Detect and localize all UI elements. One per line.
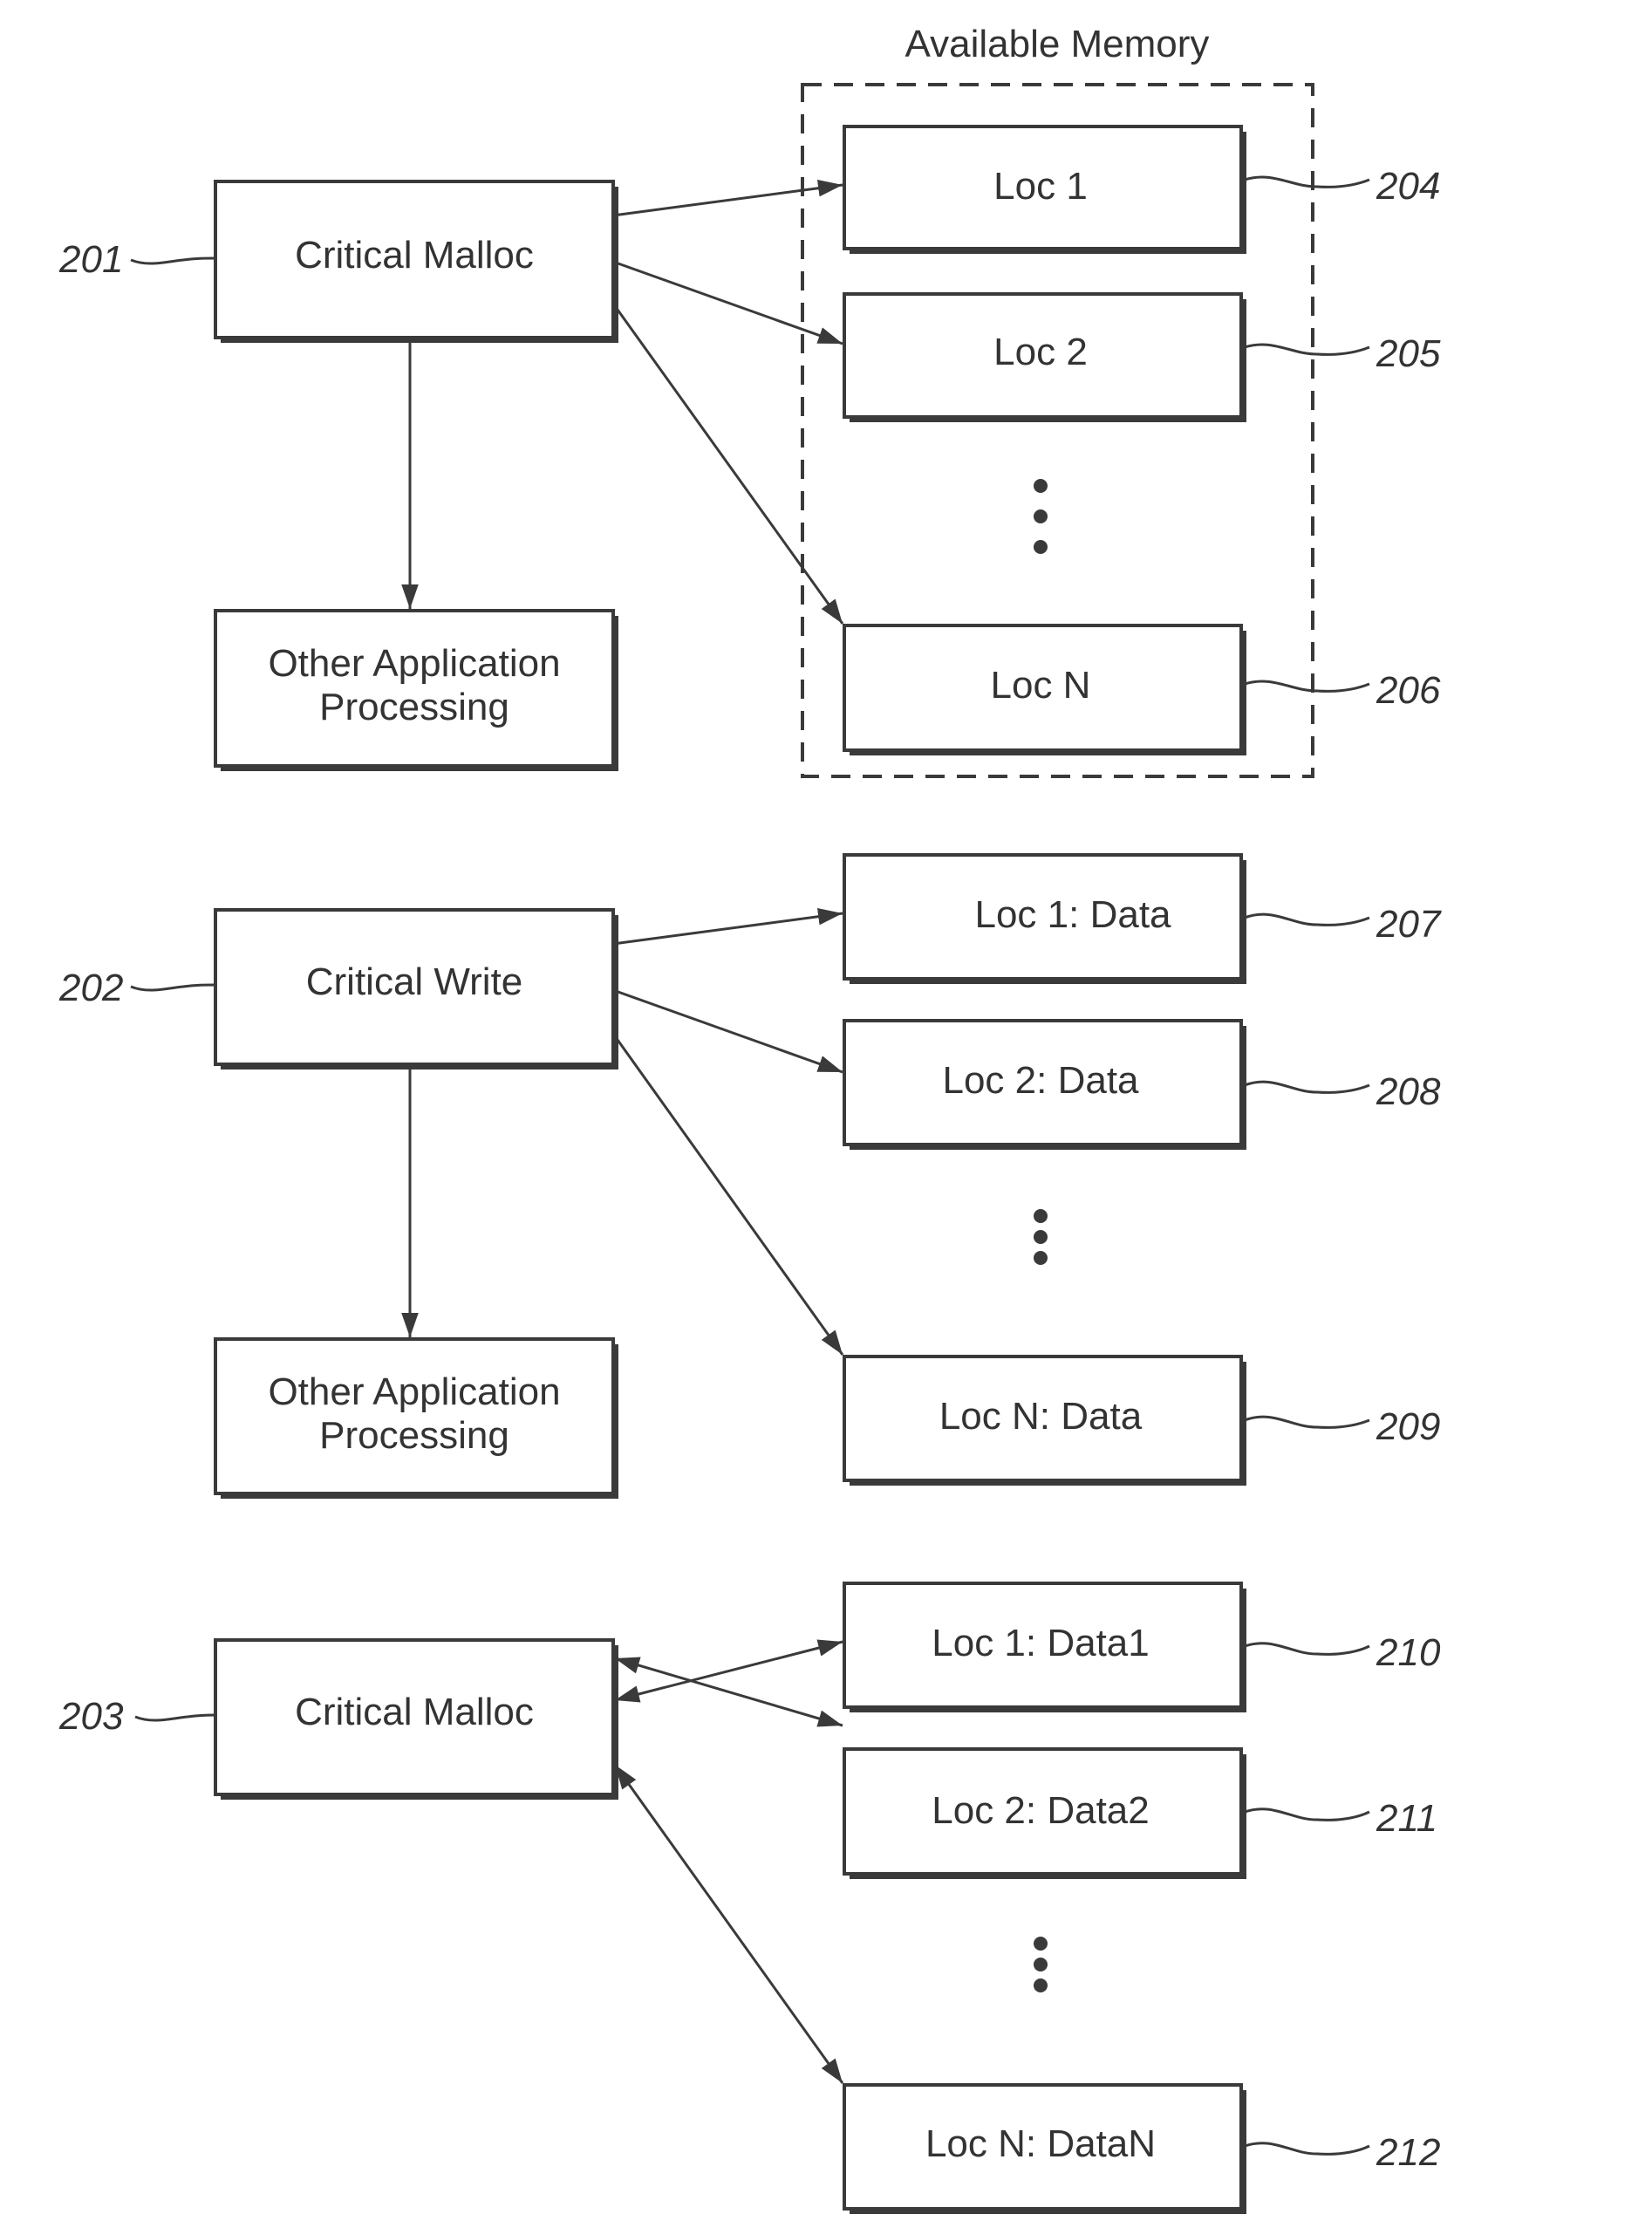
ellipsis-dots-3	[1034, 1937, 1048, 1992]
arrow-to-208	[612, 988, 843, 1074]
critical-write-box-202: Critical Write	[214, 908, 618, 1069]
available-memory-title: Available Memory	[905, 23, 1210, 65]
arrow-to-205	[612, 260, 843, 345]
memory-box-206: Loc N	[843, 624, 1246, 755]
ref-leader-202	[130, 983, 216, 992]
ellipsis-dots-2	[1034, 1209, 1048, 1265]
ref-label-203: 203	[58, 1695, 124, 1738]
ref-label-206: 206	[1376, 669, 1441, 712]
ref-leader-210	[1244, 1642, 1370, 1656]
ref-label-212: 212	[1376, 2131, 1440, 2174]
critical-write-label: Critical Write	[306, 960, 523, 1003]
arrow-to-209	[611, 1033, 844, 1356]
ref-label-201: 201	[58, 238, 123, 281]
other-processing-label-line2: Processing	[319, 686, 509, 728]
other-processing-label-line2: Processing	[319, 1414, 509, 1457]
ref-leader-209	[1244, 1415, 1370, 1429]
memory-box-label: Loc 2: Data	[942, 1059, 1139, 1102]
memory-box-212: Loc N: DataN	[843, 2083, 1246, 2214]
ref-label-207: 207	[1376, 903, 1442, 946]
other-processing-label-line1: Other Application	[268, 1370, 560, 1413]
ref-leader-207	[1244, 912, 1370, 926]
ref-leader-205	[1244, 343, 1370, 356]
memory-box-label: Loc N: Data	[939, 1395, 1143, 1438]
memory-box-208: Loc 2: Data	[843, 1019, 1246, 1150]
arrow-to-206	[611, 303, 844, 625]
memory-box-label: Loc 1: Data	[974, 893, 1171, 936]
memory-box-label: Loc N	[991, 664, 1091, 707]
memory-box-210: Loc 1: Data1	[843, 1582, 1246, 1712]
memory-diagram: Available Memory Critical Malloc 201 Oth…	[58, 23, 1442, 2214]
ref-leader-201	[130, 256, 216, 265]
ref-leader-203	[134, 1713, 216, 1722]
arrow-to-204	[612, 179, 843, 217]
bidirectional-arrow-212	[613, 1764, 844, 2084]
critical-malloc-label: Critical Malloc	[295, 234, 534, 277]
ref-leader-208	[1244, 1080, 1370, 1094]
ref-label-204: 204	[1376, 165, 1440, 208]
ref-label-209: 209	[1376, 1405, 1440, 1448]
ref-leader-206	[1244, 680, 1370, 693]
ref-label-208: 208	[1376, 1070, 1441, 1113]
memory-box-205: Loc 2	[843, 292, 1246, 422]
arrow-to-207	[612, 907, 843, 946]
critical-malloc-box-201: Critical Malloc	[214, 180, 618, 343]
memory-box-label: Loc 1: Data1	[932, 1622, 1150, 1664]
ref-label-202: 202	[58, 967, 123, 1009]
memory-box-207: Loc 1: Data	[843, 853, 1246, 984]
ref-leader-211	[1244, 1808, 1370, 1821]
group-202: Critical Write 202 Other Application Pro…	[58, 853, 1442, 1499]
critical-malloc-box-203: Critical Malloc	[214, 1638, 618, 1800]
other-processing-box-2: Other Application Processing	[214, 1337, 618, 1499]
ellipsis-dots-1	[1034, 479, 1048, 554]
memory-box-label: Loc 2: Data2	[932, 1789, 1150, 1832]
other-processing-box-1: Other Application Processing	[214, 609, 618, 771]
ref-label-205: 205	[1376, 332, 1441, 375]
group-203: Critical Malloc 203 Loc 1: Data1 Loc 2: …	[58, 1582, 1441, 2214]
memory-box-label: Loc 2	[993, 331, 1088, 373]
memory-box-label: Loc 1	[993, 165, 1088, 208]
memory-box-204: Loc 1	[843, 125, 1246, 254]
other-processing-label-line1: Other Application	[268, 642, 560, 685]
ref-leader-204	[1244, 175, 1370, 188]
memory-box-211: Loc 2: Data2	[843, 1747, 1246, 1879]
memory-box-209: Loc N: Data	[843, 1355, 1246, 1486]
ref-leader-212	[1244, 2142, 1370, 2156]
group-201: Critical Malloc 201 Other Application Pr…	[58, 125, 1441, 771]
memory-box-label: Loc N: DataN	[925, 2122, 1156, 2165]
ref-label-210: 210	[1376, 1631, 1441, 1674]
ref-label-211: 211	[1376, 1797, 1437, 1840]
critical-malloc-label: Critical Malloc	[295, 1691, 534, 1733]
